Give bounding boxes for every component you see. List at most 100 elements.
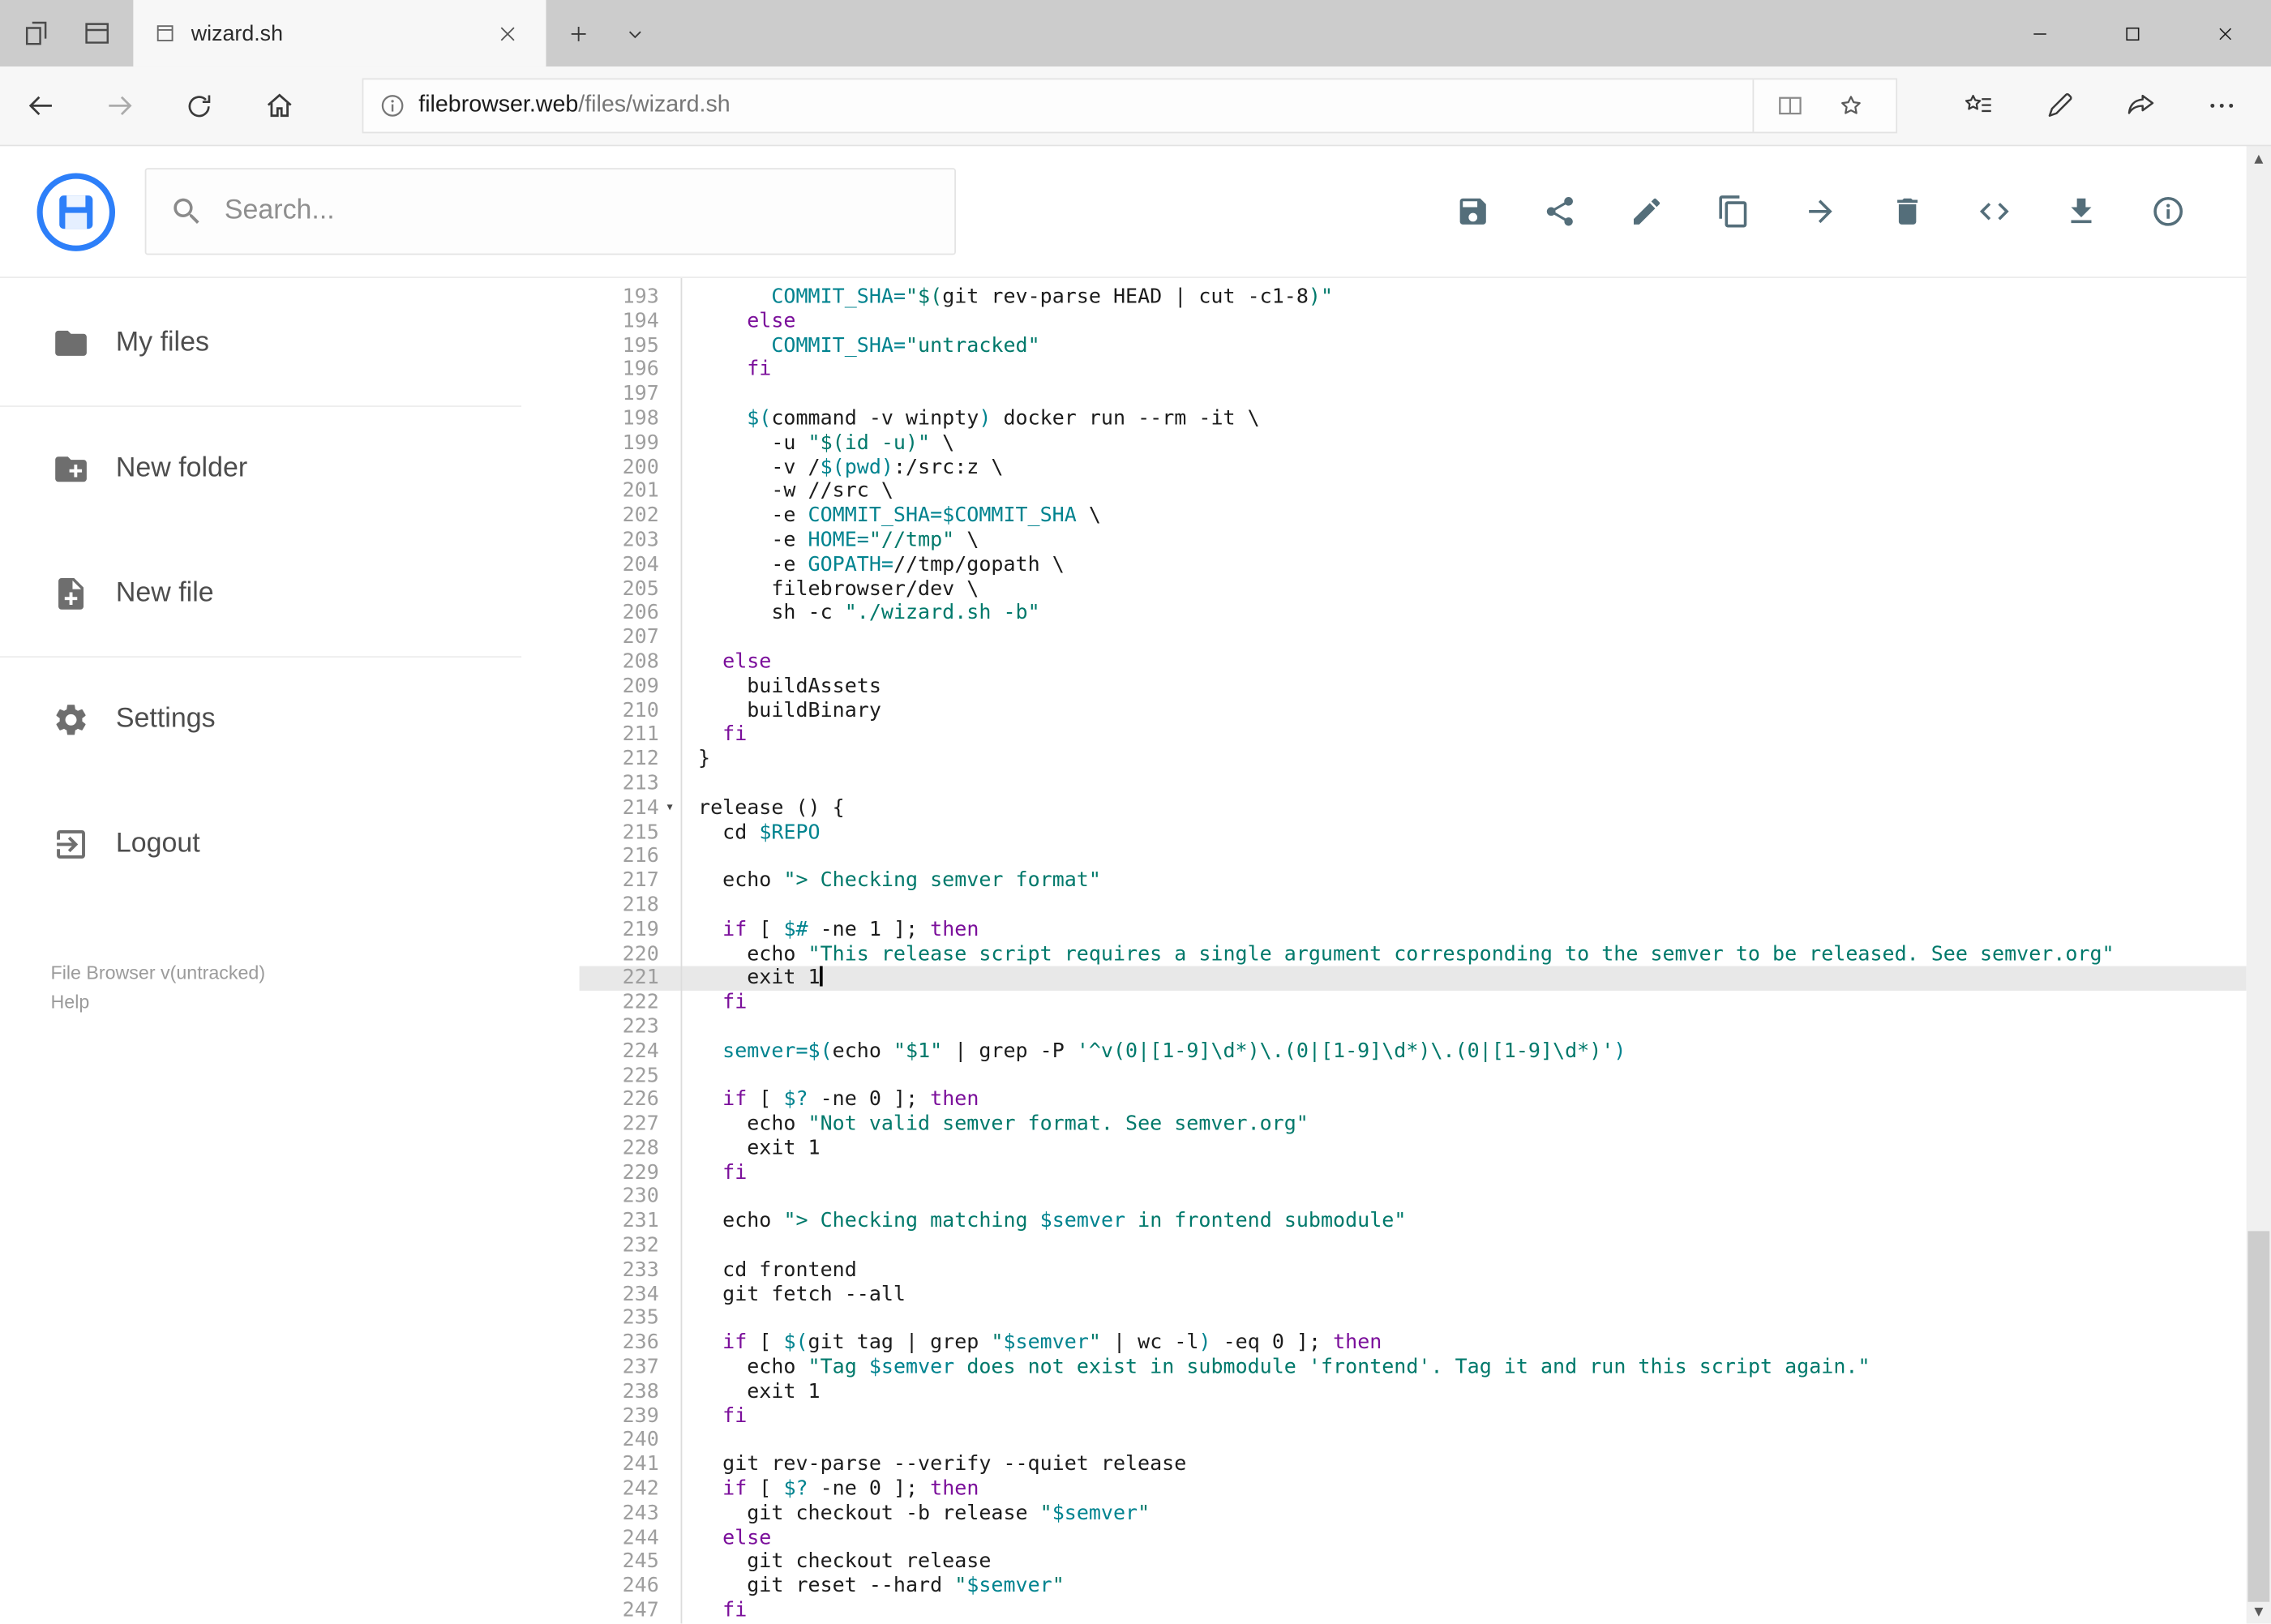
code-line-211[interactable]: 211 fi xyxy=(580,723,2247,748)
site-info-icon[interactable] xyxy=(378,92,407,121)
code-line-216[interactable]: 216 xyxy=(580,845,2247,869)
sidebar-item-my-files[interactable]: My files xyxy=(0,281,580,406)
favorites-hub-button[interactable] xyxy=(1938,66,2019,145)
address-bar[interactable]: filebrowser.web/files/wizard.sh xyxy=(362,78,1898,134)
code-line-241[interactable]: 241 git rev-parse --verify --quiet relea… xyxy=(580,1453,2247,1477)
sidebar-item-new-file[interactable]: New file xyxy=(0,532,580,657)
share-page-button[interactable] xyxy=(2100,66,2181,145)
code-line-238[interactable]: 238 exit 1 xyxy=(580,1380,2247,1404)
code-line-236[interactable]: 236 if [ $(git tag | grep "$semver" | wc… xyxy=(580,1331,2247,1356)
code-line-196[interactable]: 196 fi xyxy=(580,358,2247,383)
raw-view-button[interactable] xyxy=(1965,182,2023,240)
code-line-194[interactable]: 194 else xyxy=(580,310,2247,334)
code-line-228[interactable]: 228 exit 1 xyxy=(580,1137,2247,1161)
home-button[interactable] xyxy=(239,66,319,145)
code-line-218[interactable]: 218 xyxy=(580,893,2247,918)
maximize-button[interactable] xyxy=(2085,0,2178,66)
code-line-247[interactable]: 247 fi xyxy=(580,1599,2247,1623)
code-line-207[interactable]: 207 xyxy=(580,626,2247,650)
code-line-200[interactable]: 200 -v /$(pwd):/src:z \ xyxy=(580,456,2247,480)
code-line-231[interactable]: 231 echo "> Checking matching $semver in… xyxy=(580,1210,2247,1234)
new-tab-button[interactable] xyxy=(546,0,610,66)
code-line-199[interactable]: 199 -u "$(id -u)" \ xyxy=(580,431,2247,456)
code-line-202[interactable]: 202 -e COMMIT_SHA=$COMMIT_SHA \ xyxy=(580,504,2247,529)
code-line-223[interactable]: 223 xyxy=(580,1015,2247,1039)
code-line-198[interactable]: 198 $(command -v winpty) docker run --rm… xyxy=(580,407,2247,431)
forward-button[interactable] xyxy=(79,66,159,145)
close-tab-button[interactable] xyxy=(482,0,532,66)
code-line-212[interactable]: 212} xyxy=(580,748,2247,772)
code-line-214[interactable]: 214 ▾ release () { xyxy=(580,796,2247,821)
copy-button[interactable] xyxy=(1705,182,1763,240)
code-line-220[interactable]: 220 echo "This release script requires a… xyxy=(580,942,2247,966)
code-line-210[interactable]: 210 buildBinary xyxy=(580,699,2247,723)
code-line-203[interactable]: 203 -e HOME="//tmp" \ xyxy=(580,529,2247,553)
code-line-204[interactable]: 204 -e GOPATH=//tmp/gopath \ xyxy=(580,553,2247,577)
code-line-245[interactable]: 245 git checkout release xyxy=(580,1550,2247,1575)
back-button[interactable] xyxy=(0,66,79,145)
code-line-242[interactable]: 242 if [ $? -ne 0 ]; then xyxy=(580,1477,2247,1502)
code-line-237[interactable]: 237 echo "Tag $semver does not exist in … xyxy=(580,1356,2247,1380)
code-line-195[interactable]: 195 COMMIT_SHA="untracked" xyxy=(580,334,2247,358)
help-link[interactable]: Help xyxy=(51,988,580,1017)
minimize-button[interactable] xyxy=(1993,0,2085,66)
code-line-229[interactable]: 229 fi xyxy=(580,1161,2247,1185)
code-line-233[interactable]: 233 cd frontend xyxy=(580,1258,2247,1283)
info-button[interactable] xyxy=(2139,182,2196,240)
search-input[interactable] xyxy=(224,195,932,228)
code-line-215[interactable]: 215 cd $REPO xyxy=(580,821,2247,845)
code-line-232[interactable]: 232 xyxy=(580,1234,2247,1258)
tab-list-dropdown[interactable] xyxy=(610,0,659,66)
code-line-224[interactable]: 224 semver=$(echo "$1" | grep -P '^v(0|[… xyxy=(580,1039,2247,1064)
code-line-244[interactable]: 244 else xyxy=(580,1526,2247,1550)
move-button[interactable] xyxy=(1792,182,1849,240)
set-tabs-aside-button[interactable] xyxy=(20,17,52,49)
code-line-205[interactable]: 205 filebrowser/dev \ xyxy=(580,577,2247,602)
more-menu-button[interactable] xyxy=(2181,66,2262,145)
save-button[interactable] xyxy=(1444,182,1502,240)
rename-button[interactable] xyxy=(1618,182,1675,240)
download-button[interactable] xyxy=(2052,182,2110,240)
code-line-209[interactable]: 209 buildAssets xyxy=(580,675,2247,699)
code-line-208[interactable]: 208 else xyxy=(580,650,2247,675)
code-line-217[interactable]: 217 echo "> Checking semver format" xyxy=(580,869,2247,893)
scrollbar-thumb[interactable] xyxy=(2247,1231,2270,1602)
close-window-button[interactable] xyxy=(2179,0,2271,66)
code-line-234[interactable]: 234 git fetch --all xyxy=(580,1283,2247,1307)
sidebar-item-settings[interactable]: Settings xyxy=(0,658,580,782)
code-line-225[interactable]: 225 xyxy=(580,1064,2247,1088)
page-scrollbar[interactable]: ▲ ▼ xyxy=(2246,146,2271,1624)
code-line-235[interactable]: 235 xyxy=(580,1307,2247,1331)
delete-button[interactable] xyxy=(1879,182,1936,240)
reading-view-button[interactable] xyxy=(1759,79,1820,131)
code-line-197[interactable]: 197 xyxy=(580,383,2247,407)
code-line-230[interactable]: 230 xyxy=(580,1185,2247,1210)
browser-tab[interactable]: wizard.sh xyxy=(133,0,546,67)
code-line-221[interactable]: 221 exit 1 xyxy=(579,966,2247,992)
refresh-button[interactable] xyxy=(159,66,238,145)
annotate-button[interactable] xyxy=(2019,66,2100,145)
add-favorite-button[interactable] xyxy=(1820,79,1881,131)
url-text[interactable]: filebrowser.web/files/wizard.sh xyxy=(418,92,1741,118)
code-line-226[interactable]: 226 if [ $? -ne 0 ]; then xyxy=(580,1088,2247,1112)
code-line-213[interactable]: 213 xyxy=(580,772,2247,796)
code-line-240[interactable]: 240 xyxy=(580,1429,2247,1453)
code-line-239[interactable]: 239 fi xyxy=(580,1404,2247,1429)
app-logo[interactable] xyxy=(36,172,116,251)
sidebar-item-logout[interactable]: Logout xyxy=(0,782,580,907)
code-line-206[interactable]: 206 sh -c "./wizard.sh -b" xyxy=(580,602,2247,626)
code-line-193[interactable]: 193 COMMIT_SHA="$(git rev-parse HEAD | c… xyxy=(580,285,2247,310)
code-line-246[interactable]: 246 git reset --hard "$semver" xyxy=(580,1575,2247,1599)
code-line-219[interactable]: 219 if [ $# -ne 1 ]; then xyxy=(580,918,2247,942)
scroll-up-arrow-icon[interactable]: ▲ xyxy=(2247,146,2271,170)
fold-arrow-icon[interactable]: ▾ xyxy=(659,796,681,821)
code-line-243[interactable]: 243 git checkout -b release "$semver" xyxy=(580,1502,2247,1526)
share-button[interactable] xyxy=(1531,182,1588,240)
code-editor[interactable]: 193 COMMIT_SHA="$(git rev-parse HEAD | c… xyxy=(579,277,2247,1624)
code-line-201[interactable]: 201 -w //src \ xyxy=(580,480,2247,504)
search-box[interactable] xyxy=(144,168,956,255)
tabs-preview-button[interactable] xyxy=(81,17,113,49)
scroll-down-arrow-icon[interactable]: ▼ xyxy=(2247,1599,2271,1623)
sidebar-item-new-folder[interactable]: New folder xyxy=(0,407,580,532)
code-line-227[interactable]: 227 echo "Not valid semver format. See s… xyxy=(580,1112,2247,1137)
